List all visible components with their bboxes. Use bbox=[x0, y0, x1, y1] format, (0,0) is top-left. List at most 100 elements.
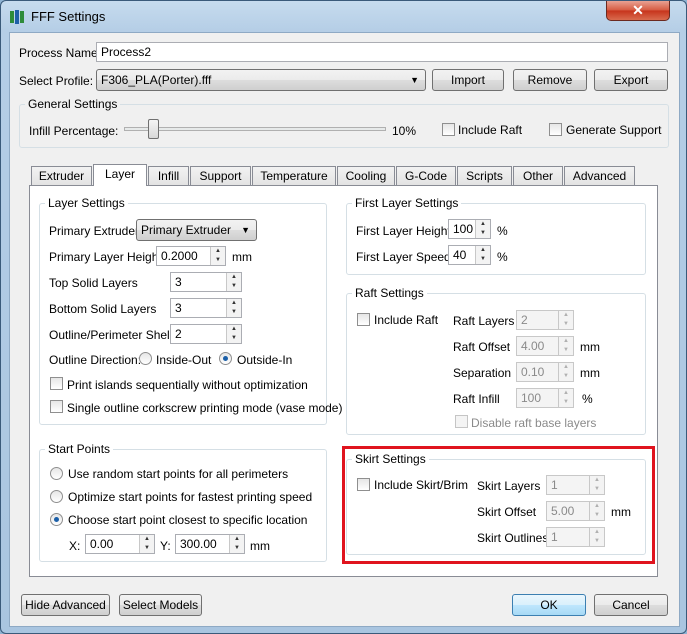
tab-scripts[interactable]: Scripts bbox=[457, 166, 512, 185]
outline-shells-label: Outline/Perimeter Shells bbox=[49, 328, 179, 342]
tab-extruder[interactable]: Extruder bbox=[31, 166, 92, 185]
random-start-label: Use random start points for all perimete… bbox=[68, 467, 289, 481]
infill-percentage-value: 10% bbox=[392, 124, 417, 138]
print-islands-checkbox[interactable] bbox=[50, 377, 63, 390]
closest-start-radio[interactable] bbox=[50, 513, 63, 526]
export-button[interactable]: Export bbox=[594, 69, 668, 91]
spin-down-icon[interactable]: ▼ bbox=[226, 334, 241, 343]
skirt-layers-spinner[interactable]: 1 ▲ ▼ bbox=[546, 475, 605, 495]
skirt-outlines-label: Skirt Outlines bbox=[477, 531, 549, 545]
spin-down-icon[interactable]: ▼ bbox=[139, 544, 154, 553]
outline-shells-value: 2 bbox=[175, 327, 182, 341]
cancel-button[interactable]: Cancel bbox=[594, 594, 668, 616]
raft-include-label: Include Raft bbox=[374, 313, 439, 327]
raft-layers-spinner[interactable]: 2 ▲ ▼ bbox=[516, 310, 574, 330]
raft-layers-value: 2 bbox=[521, 313, 528, 327]
chevron-down-icon: ▼ bbox=[241, 225, 250, 235]
tab-gcode[interactable]: G-Code bbox=[396, 166, 456, 185]
x-value: 0.00 bbox=[90, 537, 114, 551]
raft-infill-unit: % bbox=[582, 392, 593, 406]
spin-down-icon[interactable]: ▼ bbox=[589, 511, 604, 520]
raft-include-checkbox[interactable] bbox=[357, 313, 370, 326]
primary-extruder-select[interactable]: Primary Extruder ▼ bbox=[136, 219, 257, 241]
spin-down-icon[interactable]: ▼ bbox=[558, 320, 573, 329]
spin-down-icon[interactable]: ▼ bbox=[226, 282, 241, 291]
include-skirt-checkbox[interactable] bbox=[357, 478, 370, 491]
spin-down-icon[interactable]: ▼ bbox=[229, 544, 244, 553]
select-profile-label: Select Profile: bbox=[19, 74, 94, 88]
bottom-solid-layers-label: Bottom Solid Layers bbox=[49, 302, 157, 316]
hide-advanced-button[interactable]: Hide Advanced bbox=[21, 594, 110, 616]
raft-separation-value: 0.10 bbox=[521, 365, 545, 379]
spin-down-icon[interactable]: ▼ bbox=[558, 398, 573, 407]
ok-button[interactable]: OK bbox=[512, 594, 586, 616]
top-solid-layers-value: 3 bbox=[175, 275, 182, 289]
spin-down-icon[interactable]: ▼ bbox=[475, 255, 490, 264]
title-bar[interactable]: FFF Settings ✕ bbox=[1, 1, 687, 33]
infill-percentage-label: Infill Percentage: bbox=[29, 124, 119, 138]
first-layer-height-label: First Layer Height bbox=[356, 224, 451, 238]
y-value: 300.00 bbox=[180, 537, 217, 551]
skirt-outlines-spinner[interactable]: 1 ▲ ▼ bbox=[546, 527, 605, 547]
include-raft-checkbox[interactable] bbox=[442, 123, 455, 136]
first-layer-speed-spinner[interactable]: 40 ▲ ▼ bbox=[448, 245, 491, 265]
first-layer-height-unit: % bbox=[497, 224, 508, 238]
first-layer-height-spinner[interactable]: 100 ▲ ▼ bbox=[448, 219, 491, 239]
skirt-offset-value: 5.00 bbox=[551, 504, 575, 518]
process-name-input[interactable]: Process2 bbox=[96, 42, 668, 62]
raft-infill-value: 100 bbox=[521, 391, 542, 405]
profile-select[interactable]: F306_PLA(Porter).fff ▼ bbox=[96, 69, 426, 91]
raft-separation-spinner[interactable]: 0.10 ▲ ▼ bbox=[516, 362, 574, 382]
tab-other[interactable]: Other bbox=[513, 166, 563, 185]
skirt-offset-spinner[interactable]: 5.00 ▲ ▼ bbox=[546, 501, 605, 521]
raft-offset-spinner[interactable]: 4.00 ▲ ▼ bbox=[516, 336, 574, 356]
raft-infill-spinner[interactable]: 100 ▲ ▼ bbox=[516, 388, 574, 408]
single-outline-label: Single outline corkscrew printing mode (… bbox=[67, 401, 343, 415]
select-models-button[interactable]: Select Models bbox=[119, 594, 202, 616]
disable-raft-base-checkbox[interactable] bbox=[455, 415, 468, 428]
tab-layer[interactable]: Layer bbox=[93, 164, 147, 186]
x-spinner[interactable]: 0.00 ▲ ▼ bbox=[85, 534, 155, 554]
spin-down-icon[interactable]: ▼ bbox=[589, 485, 604, 494]
raft-infill-label: Raft Infill bbox=[453, 392, 500, 406]
skirt-offset-label: Skirt Offset bbox=[477, 505, 537, 519]
optimize-start-radio[interactable] bbox=[50, 490, 63, 503]
print-islands-label: Print islands sequentially without optim… bbox=[67, 378, 308, 392]
tab-advanced[interactable]: Advanced bbox=[564, 166, 635, 185]
single-outline-checkbox[interactable] bbox=[50, 400, 63, 413]
start-points-title: Start Points bbox=[45, 442, 114, 456]
generate-support-checkbox[interactable] bbox=[549, 123, 562, 136]
close-button[interactable]: ✕ bbox=[606, 1, 670, 21]
y-spinner[interactable]: 300.00 ▲ ▼ bbox=[175, 534, 245, 554]
skirt-layers-value: 1 bbox=[551, 478, 558, 492]
closest-start-label: Choose start point closest to specific l… bbox=[68, 513, 308, 527]
spin-down-icon[interactable]: ▼ bbox=[210, 256, 225, 265]
inside-out-radio[interactable] bbox=[139, 352, 152, 365]
skirt-layers-label: Skirt Layers bbox=[477, 479, 541, 493]
spin-down-icon[interactable]: ▼ bbox=[226, 308, 241, 317]
raft-separation-unit: mm bbox=[580, 366, 600, 380]
remove-button[interactable]: Remove bbox=[513, 69, 587, 91]
outline-shells-spinner[interactable]: 2 ▲ ▼ bbox=[170, 324, 242, 344]
bottom-solid-layers-spinner[interactable]: 3 ▲ ▼ bbox=[170, 298, 242, 318]
tab-support[interactable]: Support bbox=[190, 166, 251, 185]
top-solid-layers-spinner[interactable]: 3 ▲ ▼ bbox=[170, 272, 242, 292]
raft-offset-value: 4.00 bbox=[521, 339, 545, 353]
random-start-radio[interactable] bbox=[50, 467, 63, 480]
infill-slider-thumb[interactable] bbox=[148, 119, 160, 139]
first-layer-group bbox=[346, 203, 646, 275]
spin-down-icon[interactable]: ▼ bbox=[475, 229, 490, 238]
tab-infill[interactable]: Infill bbox=[148, 166, 189, 185]
spin-down-icon[interactable]: ▼ bbox=[558, 372, 573, 381]
tab-cooling[interactable]: Cooling bbox=[337, 166, 395, 185]
primary-layer-height-unit: mm bbox=[232, 250, 252, 264]
primary-layer-height-spinner[interactable]: 0.2000 ▲ ▼ bbox=[156, 246, 226, 266]
outside-in-radio[interactable] bbox=[219, 352, 232, 365]
tab-temperature[interactable]: Temperature bbox=[252, 166, 336, 185]
raft-settings-title: Raft Settings bbox=[352, 286, 427, 300]
spin-down-icon[interactable]: ▼ bbox=[589, 537, 604, 546]
import-button[interactable]: Import bbox=[432, 69, 504, 91]
spin-down-icon[interactable]: ▼ bbox=[558, 346, 573, 355]
start-points-unit: mm bbox=[250, 539, 270, 553]
infill-slider-track[interactable] bbox=[124, 127, 386, 131]
